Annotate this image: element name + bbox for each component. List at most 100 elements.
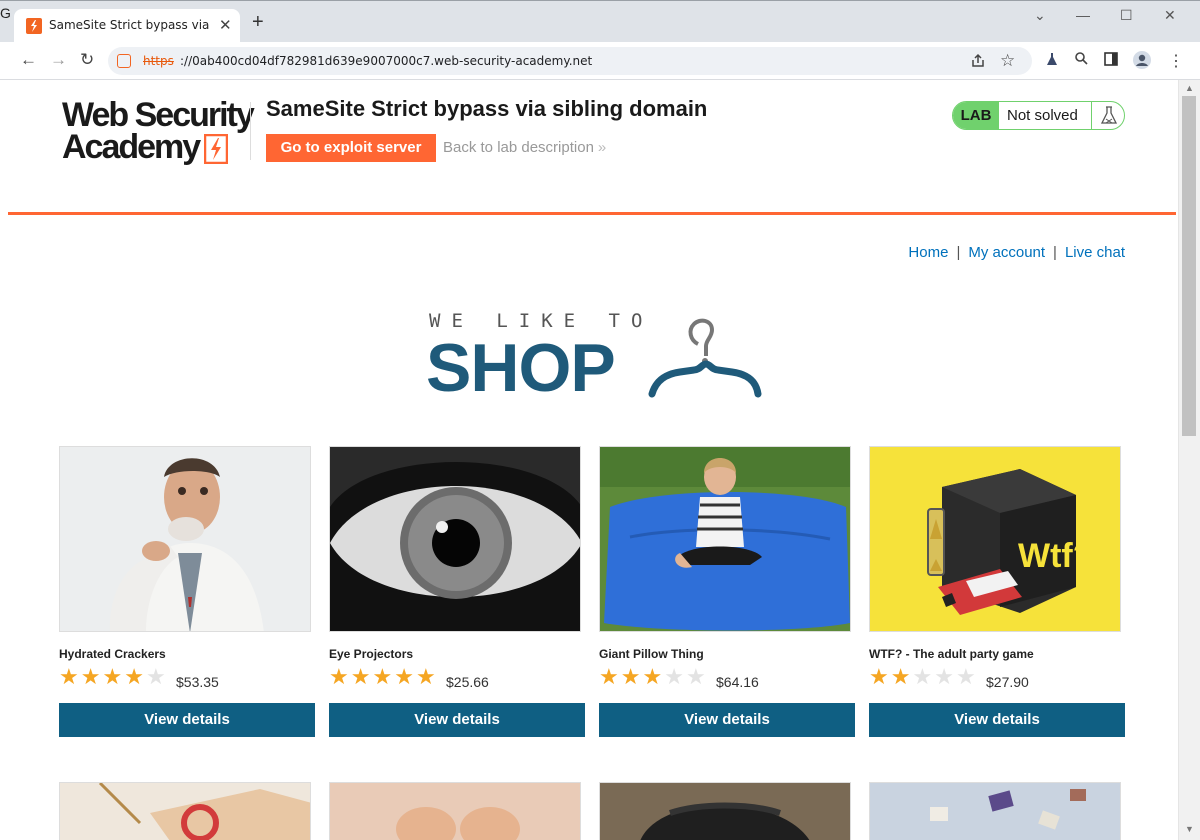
product-name: WTF? - The adult party game	[869, 647, 1034, 661]
star-empty-icon: ★	[145, 664, 166, 689]
scroll-up-icon[interactable]: ▲	[1185, 83, 1194, 93]
back-link-label: Back to lab description	[443, 139, 594, 156]
web-security-academy-logo[interactable]: Web Security Academy	[62, 98, 255, 168]
address-bar[interactable]: https ://0ab400cd04df782981d639e9007000c…	[108, 47, 1032, 75]
maximize-icon[interactable]: ☐	[1120, 7, 1133, 24]
top-navigation: Home | My account | Live chat	[908, 244, 1125, 261]
logo-line-2: Academy	[62, 128, 201, 166]
site-info-icon[interactable]	[117, 54, 131, 68]
logo-bolt-icon	[204, 134, 228, 164]
product-rating: ★★★★★	[599, 666, 708, 688]
star-filled-icon: ★	[350, 664, 371, 689]
flask-icon	[1091, 102, 1124, 129]
product-name: Hydrated Crackers	[59, 647, 166, 661]
nav-separator: |	[956, 244, 961, 261]
star-filled-icon: ★	[394, 664, 414, 689]
star-empty-icon: ★	[685, 664, 706, 689]
star-filled-icon: ★	[124, 664, 144, 689]
star-filled-icon: ★	[620, 664, 641, 689]
product-rating: ★★★★★	[329, 666, 438, 688]
product-image-partial[interactable]	[869, 782, 1121, 840]
lab-header: Web Security Academy SameSite Strict byp…	[8, 80, 1176, 215]
product-name: Giant Pillow Thing	[599, 647, 704, 661]
product-image-hydrated-crackers[interactable]	[59, 446, 311, 632]
logo-divider	[250, 102, 251, 160]
back-icon[interactable]: ←	[20, 51, 37, 69]
product-name: Eye Projectors	[329, 647, 414, 661]
lab-status-text: Not solved	[1007, 107, 1078, 124]
browser-toolbar: ← → ↻ https ://0ab400cd04df782981d639e90…	[0, 42, 1200, 80]
product-image-partial[interactable]	[329, 782, 581, 840]
shop-banner: WE LIKE TO SHOP	[426, 308, 762, 406]
lab-status-widget: LAB Not solved	[952, 101, 1125, 130]
view-details-button[interactable]: View details	[329, 703, 585, 737]
forward-icon[interactable]: →	[50, 51, 67, 69]
product-rating: ★★★★★	[869, 666, 978, 688]
star-empty-icon: ★	[955, 664, 976, 689]
star-empty-icon: ★	[934, 664, 954, 689]
tab-close-icon[interactable]: ✕	[219, 16, 232, 34]
nav-home-link[interactable]: Home	[908, 244, 948, 261]
new-tab-icon[interactable]: +	[252, 12, 264, 32]
star-filled-icon: ★	[642, 664, 663, 689]
logo-line-1: Web Security	[62, 96, 255, 134]
view-details-button[interactable]: View details	[599, 703, 855, 737]
tab-search-icon[interactable]: ⌄	[1034, 7, 1046, 24]
browser-tab[interactable]: SameSite Strict bypass via sibling domai…	[14, 9, 240, 43]
product-image-giant-pillow-thing[interactable]	[599, 446, 851, 632]
view-details-button[interactable]: View details	[59, 703, 315, 737]
star-filled-icon: ★	[80, 664, 101, 689]
portswigger-favicon-icon	[26, 18, 42, 34]
back-to-lab-description-link[interactable]: Back to lab description»	[443, 139, 606, 156]
close-window-icon[interactable]: ✕	[1164, 7, 1176, 24]
product-image-partial[interactable]	[599, 782, 851, 840]
product-image-eye-projectors[interactable]	[329, 446, 581, 632]
product-price: $64.16	[716, 674, 759, 690]
double-chevron-icon: »	[597, 139, 607, 156]
page-scrollbar[interactable]: ▲ ▼	[1178, 80, 1200, 840]
side-panel-icon[interactable]	[1104, 52, 1118, 70]
star-filled-icon: ★	[372, 664, 393, 689]
star-empty-icon: ★	[912, 664, 933, 689]
lab-badge: LAB	[953, 102, 999, 129]
browser-titlebar: G SameSite Strict bypass via sibling dom…	[0, 0, 1200, 43]
url-scheme: https	[143, 54, 174, 68]
product-price: $27.90	[986, 674, 1029, 690]
banner-tagline: WE LIKE TO	[429, 310, 654, 332]
nav-my-account-link[interactable]: My account	[968, 244, 1045, 261]
product-image-partial[interactable]	[59, 782, 311, 840]
product-image-wtf-party-game[interactable]: Wtf?	[869, 446, 1121, 632]
nav-live-chat-link[interactable]: Live chat	[1065, 244, 1125, 261]
clothes-hanger-icon	[648, 318, 762, 398]
star-filled-icon: ★	[329, 664, 349, 689]
lab-title: SameSite Strict bypass via sibling domai…	[266, 96, 708, 121]
stray-glyph: G	[0, 5, 11, 21]
go-to-exploit-server-button[interactable]: Go to exploit server	[266, 134, 436, 162]
product-price: $53.35	[176, 674, 219, 690]
bookmark-star-icon[interactable]: ☆	[1000, 51, 1015, 71]
nav-separator: |	[1053, 244, 1057, 261]
star-filled-icon: ★	[869, 664, 889, 689]
star-filled-icon: ★	[599, 664, 619, 689]
profile-avatar-icon[interactable]	[1132, 50, 1152, 74]
product-rating: ★★★★★	[59, 666, 168, 688]
star-empty-icon: ★	[664, 664, 684, 689]
lab-extension-icon[interactable]	[1044, 51, 1060, 71]
minimize-icon[interactable]: —	[1076, 7, 1090, 23]
search-icon[interactable]	[1074, 51, 1088, 69]
url-text: ://0ab400cd04df782981d639e9007000c7.web-…	[180, 54, 593, 68]
star-filled-icon: ★	[59, 664, 79, 689]
scrollbar-thumb[interactable]	[1182, 96, 1196, 436]
star-filled-icon: ★	[890, 664, 911, 689]
product-price: $25.66	[446, 674, 489, 690]
star-filled-icon: ★	[102, 664, 123, 689]
reload-icon[interactable]: ↻	[80, 51, 94, 69]
view-details-button[interactable]: View details	[869, 703, 1125, 737]
box-wtf-label: Wtf?	[1018, 537, 1094, 575]
share-icon[interactable]	[970, 53, 986, 73]
tab-title: SameSite Strict bypass via sibling domai…	[49, 18, 209, 32]
banner-headline: SHOP	[426, 330, 616, 406]
more-menu-icon[interactable]: ⋮	[1168, 51, 1184, 71]
star-filled-icon: ★	[415, 664, 436, 689]
scroll-down-icon[interactable]: ▼	[1185, 824, 1194, 834]
